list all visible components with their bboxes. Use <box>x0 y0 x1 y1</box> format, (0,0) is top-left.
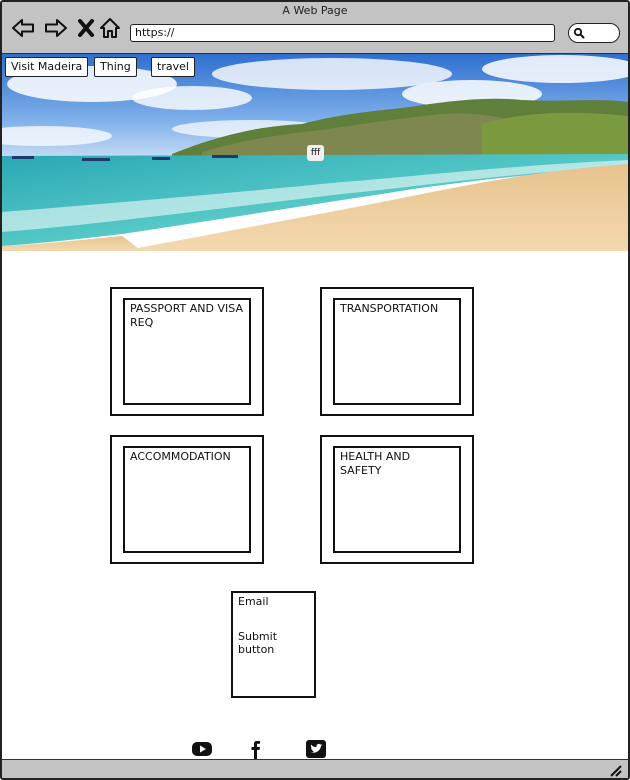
search-icon <box>573 27 585 39</box>
card-health-safety[interactable]: HEALTH AND SAFETY <box>320 435 474 564</box>
twitter-icon[interactable] <box>305 739 327 759</box>
card-transportation[interactable]: TRANSPORTATION <box>320 287 474 416</box>
card-accommodation[interactable]: ACCOMMODATION <box>110 435 264 564</box>
home-icon[interactable] <box>98 16 122 40</box>
browser-toolbar: A Web Page https:// <box>2 2 628 54</box>
search-box[interactable] <box>568 23 620 43</box>
resize-grip-icon[interactable] <box>610 765 622 777</box>
facebook-icon[interactable] <box>246 739 268 759</box>
hero-caption: fff <box>307 145 324 161</box>
browser-status-bar <box>2 759 628 778</box>
nav-tab-travel[interactable]: travel <box>151 57 195 77</box>
browser-window: A Web Page https:// Visit Madeira Thing … <box>0 0 630 780</box>
nav-tab-visit-madeira[interactable]: Visit Madeira <box>5 57 89 77</box>
card-passport-visa[interactable]: PASSPORT AND VISA REQ <box>110 287 264 416</box>
nav-tab-thing[interactable]: Thing <box>94 57 137 77</box>
address-bar[interactable]: https:// <box>130 24 555 42</box>
back-arrow-icon[interactable] <box>11 16 35 40</box>
card-title: PASSPORT AND VISA REQ <box>123 298 251 405</box>
email-signup-form: Email Submit button <box>231 591 316 698</box>
email-field[interactable]: Email <box>238 595 309 608</box>
card-title: HEALTH AND SAFETY <box>333 446 461 553</box>
close-x-icon[interactable] <box>74 16 98 40</box>
submit-button[interactable]: Submit button <box>238 630 309 656</box>
forward-arrow-icon[interactable] <box>44 16 68 40</box>
youtube-icon[interactable] <box>191 739 213 759</box>
card-title: TRANSPORTATION <box>333 298 461 405</box>
card-title: ACCOMMODATION <box>123 446 251 553</box>
